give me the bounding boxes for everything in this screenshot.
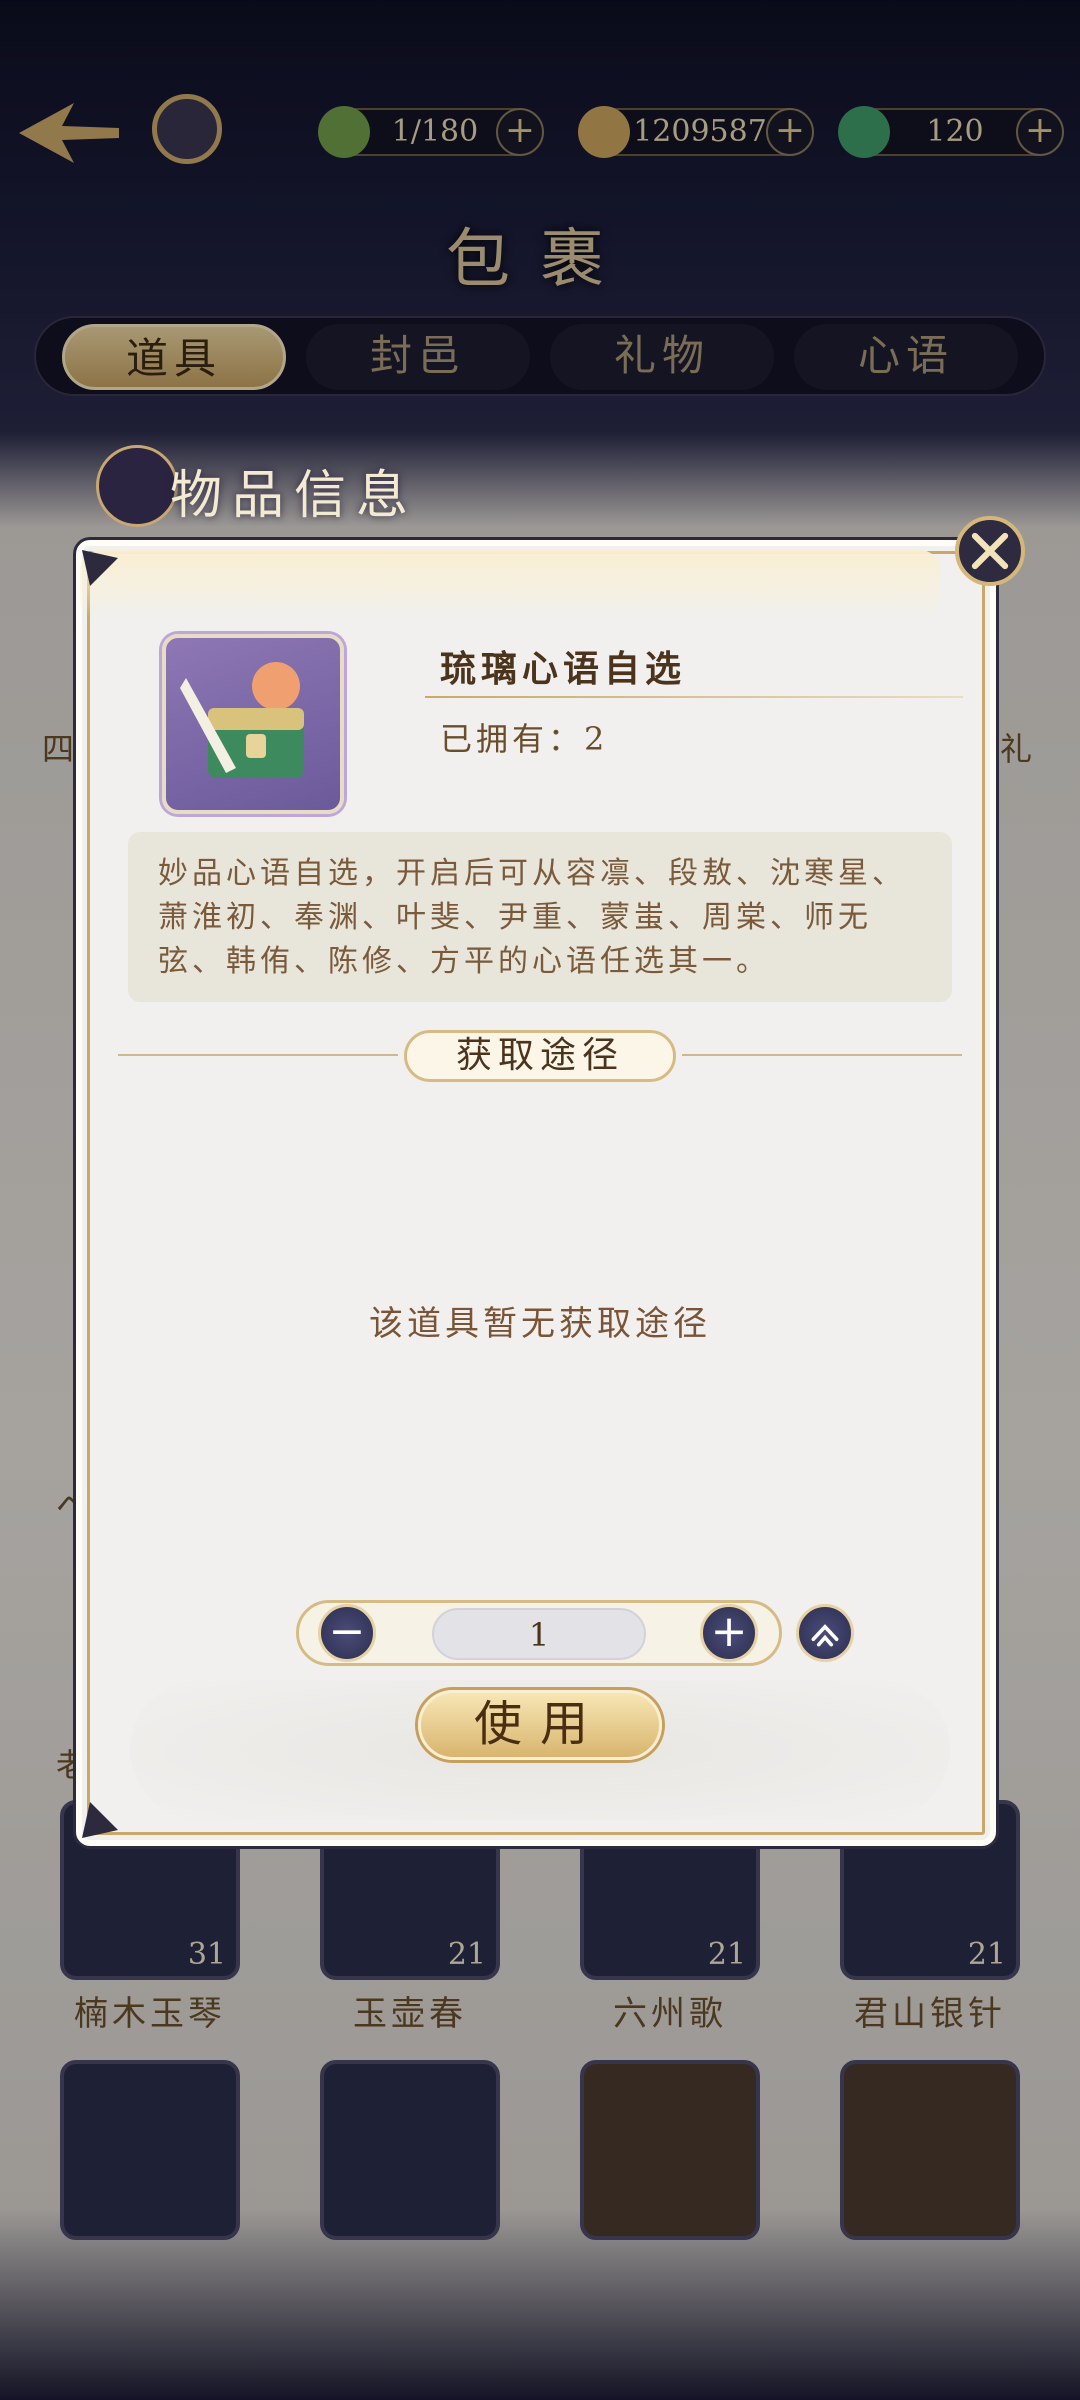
owned-count: 已拥有：2 (440, 720, 609, 758)
item-description: 妙品心语自选，开启后可从容凛、段敖、沈寒星、萧淮初、奉渊、叶斐、尹重、蒙蚩、周棠… (128, 832, 952, 1002)
corner-ornament-icon (82, 1802, 118, 1838)
divider (425, 696, 963, 698)
corner-ornament-icon (82, 550, 118, 586)
divider (682, 1054, 962, 1056)
decrease-button[interactable]: − (318, 1604, 376, 1662)
increase-button[interactable]: + (700, 1604, 758, 1662)
modal-top-decoration (80, 550, 940, 620)
no-source-message: 该道具暂无获取途径 (369, 1304, 711, 1344)
item-icon (162, 634, 344, 814)
divider (118, 1054, 398, 1056)
treasure-chest-icon (180, 662, 304, 778)
use-button[interactable]: 使用 (418, 1690, 662, 1760)
modal-title-wrap: 物品信息 (96, 445, 516, 535)
quantity-input[interactable]: 1 (432, 1608, 646, 1660)
source-section-title: 获取途径 (404, 1030, 676, 1082)
item-name: 琉璃心语自选 (440, 648, 687, 690)
emblem-icon (96, 445, 178, 527)
close-icon[interactable] (955, 516, 1025, 586)
max-quantity-icon[interactable] (796, 1604, 854, 1662)
modal-title: 物品信息 (170, 466, 419, 526)
